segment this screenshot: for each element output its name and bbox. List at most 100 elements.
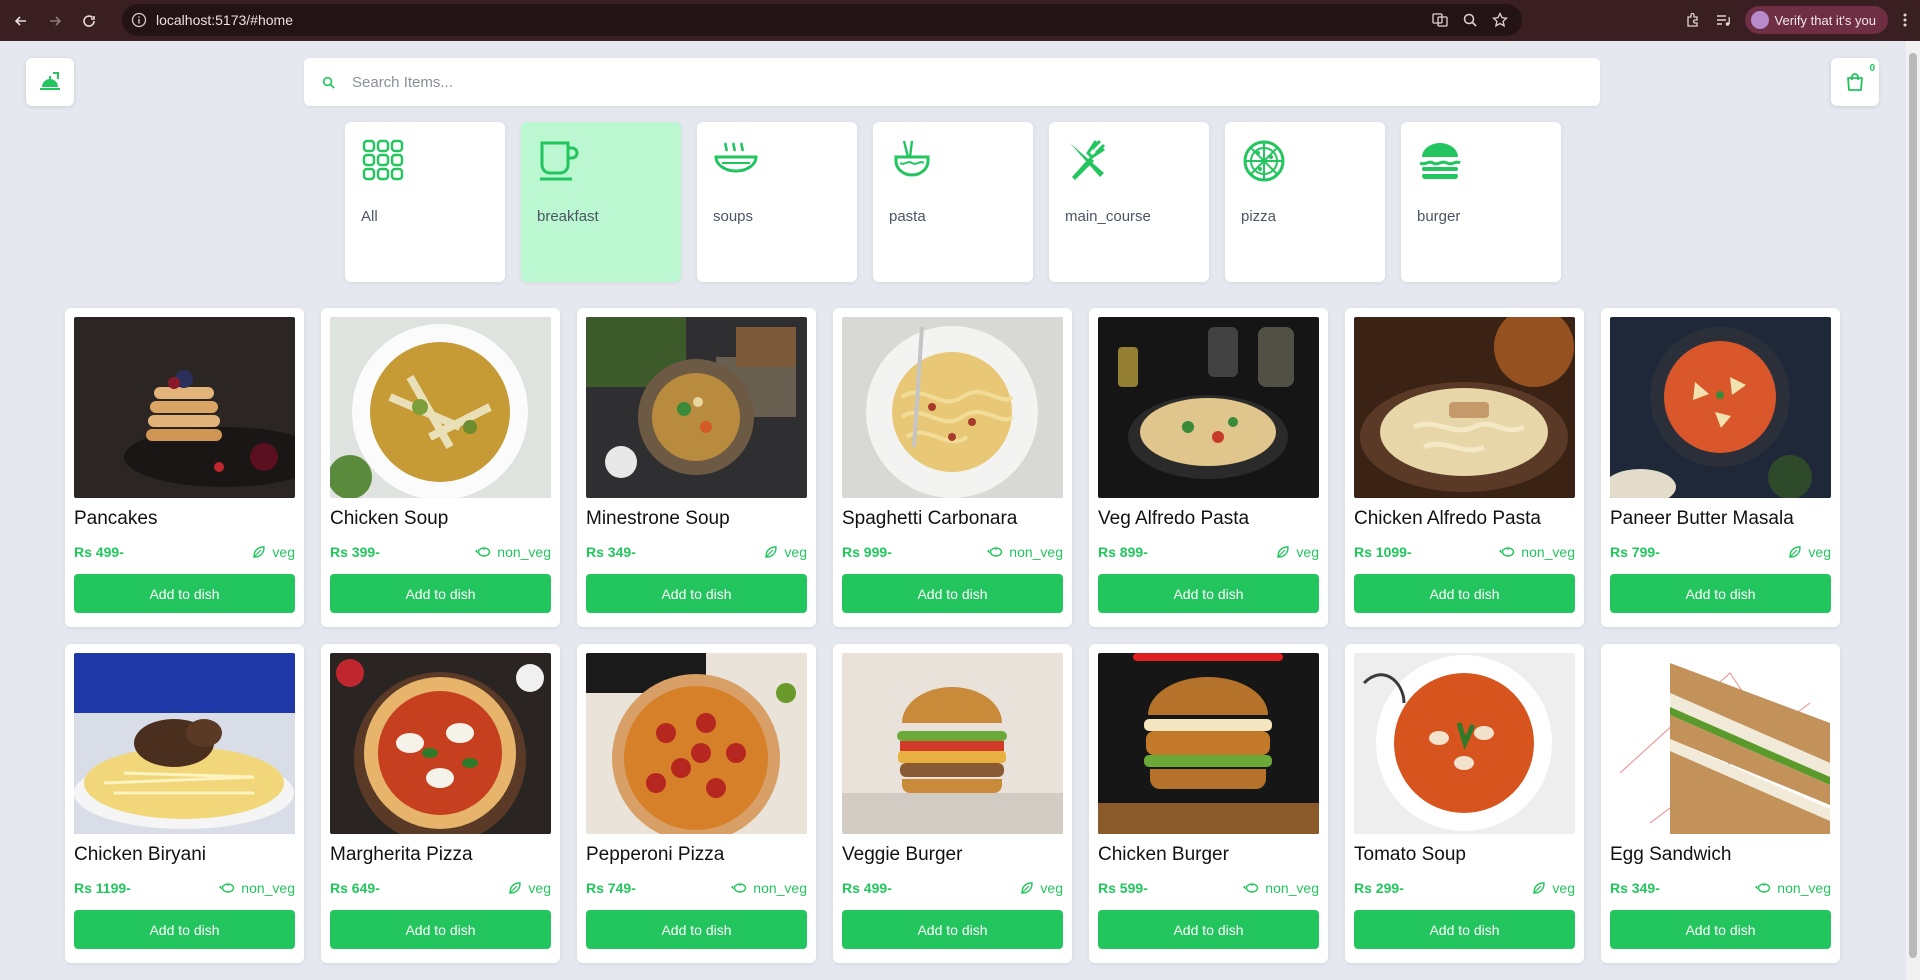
drumstick-icon	[1499, 545, 1515, 559]
extensions-icon[interactable]	[1685, 12, 1701, 28]
address-bar[interactable]: localhost:5173/#home	[122, 4, 1522, 36]
translate-icon[interactable]	[1432, 12, 1448, 28]
food-image	[330, 317, 551, 498]
browser-toolbar: localhost:5173/#home Verify that it's yo…	[0, 0, 1920, 41]
food-type-tag: veg	[252, 544, 295, 560]
fork-knife-icon	[1066, 139, 1110, 183]
category-label: pizza	[1241, 208, 1277, 225]
food-type-label: non_veg	[1265, 880, 1319, 896]
category-label: burger	[1417, 208, 1461, 225]
menu-kebab-icon[interactable]	[1902, 12, 1908, 28]
category-list: All breakfast soups pasta main_course pi…	[345, 122, 1561, 282]
food-type-label: veg	[1552, 880, 1575, 896]
food-image	[74, 317, 295, 498]
category-label: pasta	[889, 208, 926, 225]
drumstick-icon	[987, 545, 1003, 559]
food-name: Pepperoni Pizza	[586, 844, 725, 865]
media-controls-icon[interactable]	[1715, 12, 1731, 28]
avatar	[1750, 11, 1769, 29]
add-to-dish-button[interactable]: Add to dish	[1354, 910, 1575, 949]
leaf-icon	[1020, 881, 1034, 895]
food-card: Pancakes Rs 499- veg Add to dish	[65, 308, 304, 627]
food-image	[1610, 317, 1831, 498]
search-input[interactable]	[352, 73, 1552, 91]
cart-count-badge: 0	[1869, 63, 1875, 74]
add-to-dish-button[interactable]: Add to dish	[586, 574, 807, 613]
drumstick-icon	[1755, 881, 1771, 895]
food-name: Tomato Soup	[1354, 844, 1466, 865]
food-name: Margherita Pizza	[330, 844, 473, 865]
food-type-tag: veg	[1788, 544, 1831, 560]
food-name: Minestrone Soup	[586, 508, 730, 529]
reload-icon[interactable]	[76, 8, 102, 34]
food-type-tag: veg	[1020, 880, 1063, 896]
food-price: Rs 1099-	[1354, 544, 1412, 560]
category-pizza[interactable]: pizza	[1225, 122, 1385, 282]
food-card: Minestrone Soup Rs 349- veg Add to dish	[577, 308, 816, 627]
drumstick-icon	[219, 881, 235, 895]
food-name: Spaghetti Carbonara	[842, 508, 1018, 529]
food-type-tag: non_veg	[1243, 880, 1319, 896]
food-image	[842, 317, 1063, 498]
food-price: Rs 999-	[842, 544, 892, 560]
add-to-dish-button[interactable]: Add to dish	[842, 910, 1063, 949]
food-card: Spaghetti Carbonara Rs 999- non_veg Add …	[833, 308, 1072, 627]
leaf-icon	[508, 881, 522, 895]
add-to-dish-button[interactable]: Add to dish	[586, 910, 807, 949]
add-to-dish-button[interactable]: Add to dish	[1098, 574, 1319, 613]
food-name: Chicken Biryani	[74, 844, 206, 865]
food-price: Rs 749-	[586, 880, 636, 896]
category-all[interactable]: All	[345, 122, 505, 282]
category-pasta[interactable]: pasta	[873, 122, 1033, 282]
category-label: All	[361, 208, 378, 225]
food-image	[842, 653, 1063, 834]
add-to-dish-button[interactable]: Add to dish	[842, 574, 1063, 613]
page-scrollbar[interactable]	[1906, 41, 1920, 980]
food-image	[74, 653, 295, 834]
food-type-label: veg	[528, 880, 551, 896]
food-card: Paneer Butter Masala Rs 799- veg Add to …	[1601, 308, 1840, 627]
logo-button[interactable]	[26, 58, 74, 106]
profile-button[interactable]: Verify that it's you	[1744, 6, 1888, 34]
add-to-dish-button[interactable]: Add to dish	[74, 910, 295, 949]
food-price: Rs 599-	[1098, 880, 1148, 896]
food-name: Veg Alfredo Pasta	[1098, 508, 1250, 529]
food-card: Pepperoni Pizza Rs 749- non_veg Add to d…	[577, 644, 816, 963]
add-to-dish-button[interactable]: Add to dish	[330, 574, 551, 613]
food-price: Rs 399-	[330, 544, 380, 560]
food-card: Chicken Burger Rs 599- non_veg Add to di…	[1089, 644, 1328, 963]
category-breakfast[interactable]: breakfast	[521, 122, 681, 282]
food-card: Margherita Pizza Rs 649- veg Add to dish	[321, 644, 560, 963]
food-name: Pancakes	[74, 508, 158, 529]
add-to-dish-button[interactable]: Add to dish	[1354, 574, 1575, 613]
category-soups[interactable]: soups	[697, 122, 857, 282]
forward-icon[interactable]	[42, 8, 68, 34]
food-type-tag: non_veg	[987, 544, 1063, 560]
leaf-icon	[252, 545, 266, 559]
bookmark-star-icon[interactable]	[1492, 12, 1508, 28]
food-type-label: veg	[272, 544, 295, 560]
food-price: Rs 349-	[1610, 880, 1660, 896]
food-image	[1354, 653, 1575, 834]
add-to-dish-button[interactable]: Add to dish	[1610, 574, 1831, 613]
food-name: Paneer Butter Masala	[1610, 508, 1794, 529]
add-to-dish-button[interactable]: Add to dish	[330, 910, 551, 949]
category-main-course[interactable]: main_course	[1049, 122, 1209, 282]
leaf-icon	[1788, 545, 1802, 559]
app-root: 0 All breakfast soups pasta main_course …	[0, 41, 1906, 980]
food-type-tag: non_veg	[1499, 544, 1575, 560]
drumstick-icon	[475, 545, 491, 559]
food-card: Tomato Soup Rs 299- veg Add to dish	[1345, 644, 1584, 963]
cart-button[interactable]: 0	[1831, 58, 1879, 106]
scrollbar-thumb[interactable]	[1909, 53, 1917, 958]
back-icon[interactable]	[8, 8, 34, 34]
category-burger[interactable]: burger	[1401, 122, 1561, 282]
add-to-dish-button[interactable]: Add to dish	[74, 574, 295, 613]
add-to-dish-button[interactable]: Add to dish	[1610, 910, 1831, 949]
food-price: Rs 649-	[330, 880, 380, 896]
food-type-label: non_veg	[1777, 880, 1831, 896]
add-to-dish-button[interactable]: Add to dish	[1098, 910, 1319, 949]
zoom-icon[interactable]	[1462, 12, 1478, 28]
site-info-icon[interactable]	[122, 12, 156, 28]
food-type-label: non_veg	[1521, 544, 1575, 560]
